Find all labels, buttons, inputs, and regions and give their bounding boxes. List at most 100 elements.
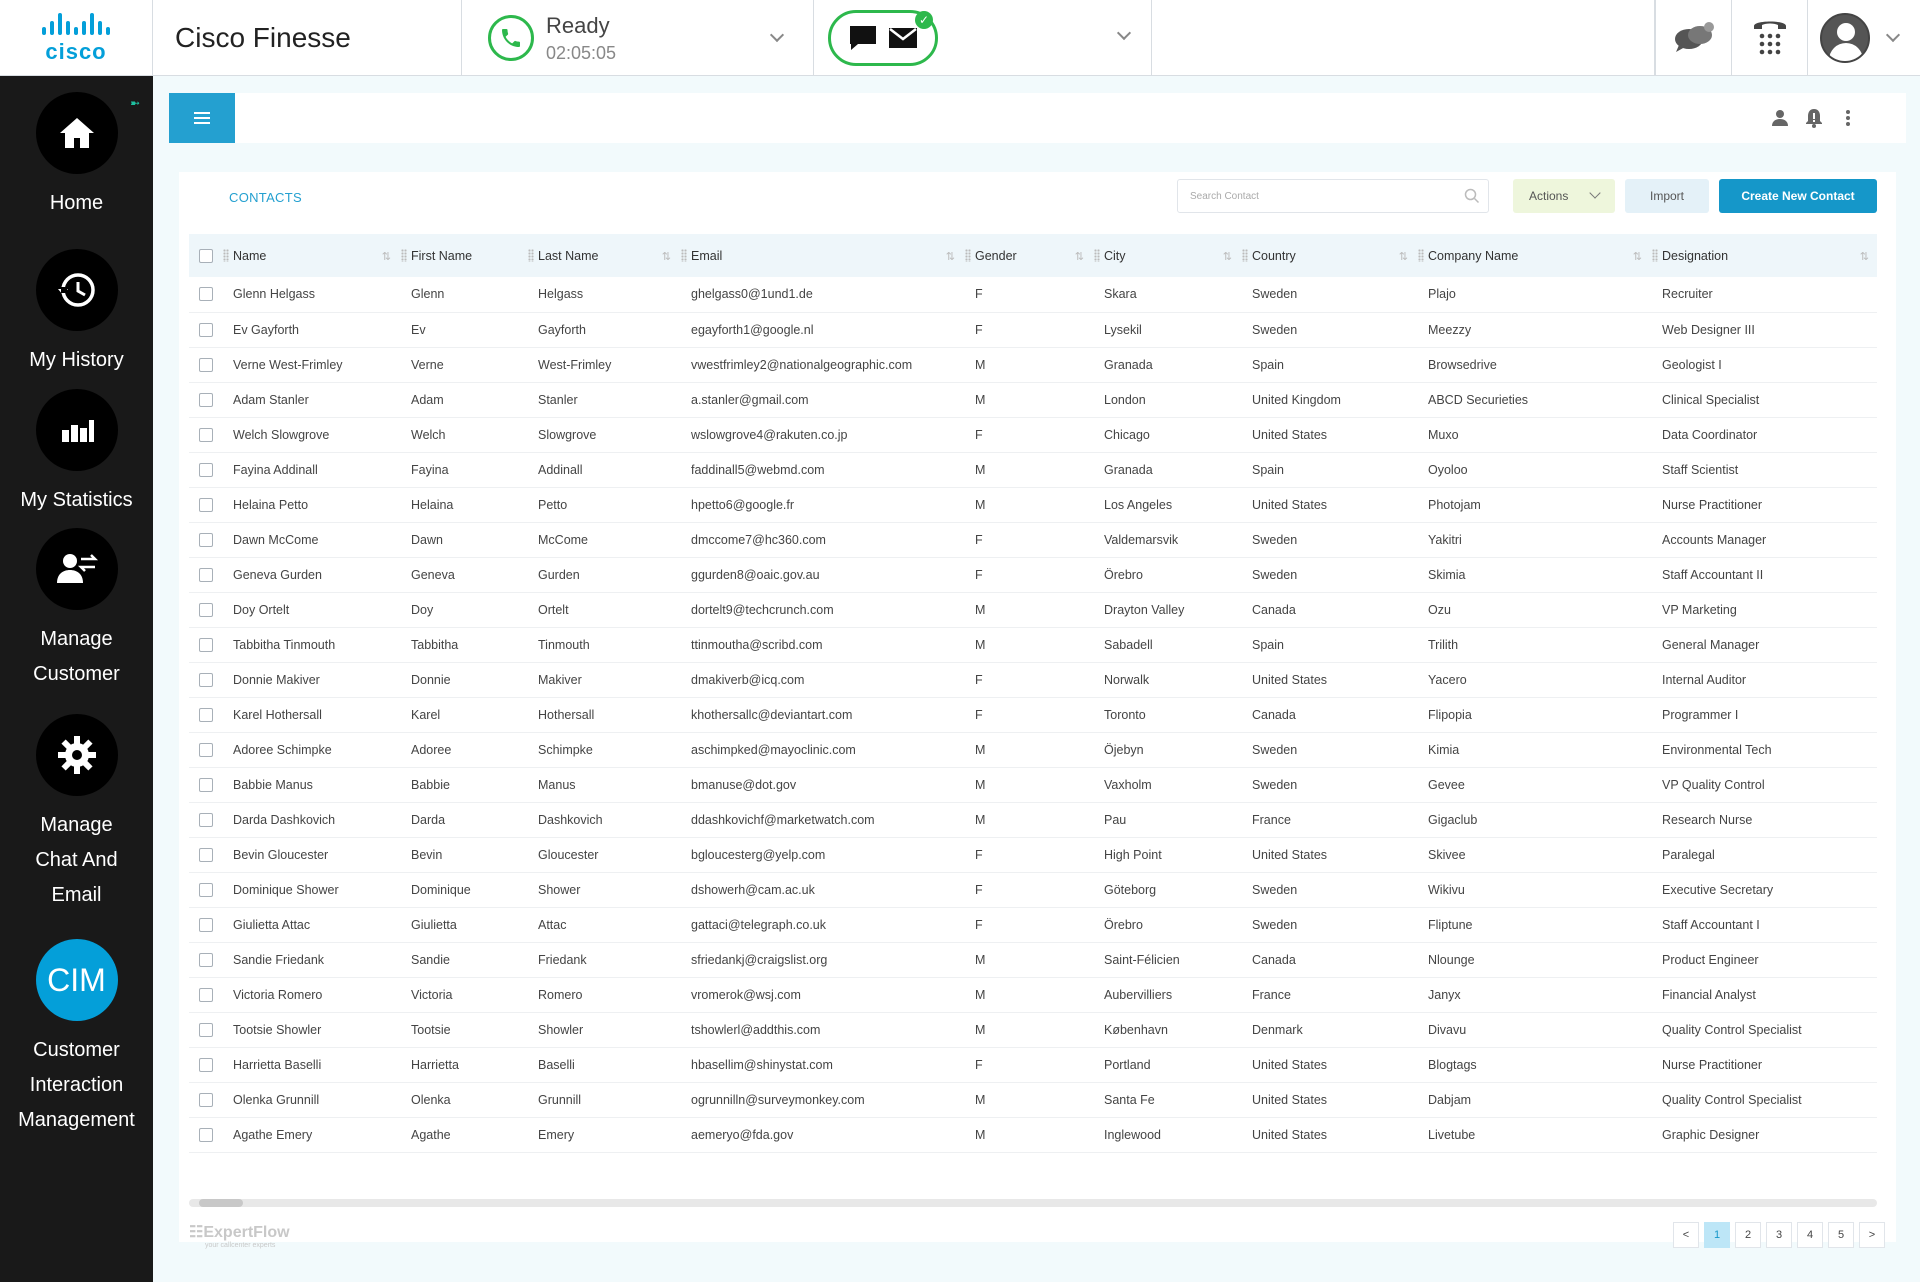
row-checkbox[interactable] xyxy=(199,427,213,442)
page-button[interactable]: 2 xyxy=(1735,1222,1761,1248)
table-row[interactable]: Olenka Grunnill Olenka Grunnill ogrunnilln@… xyxy=(189,1082,1877,1118)
row-checkbox[interactable] xyxy=(199,602,213,617)
table-cell: M xyxy=(963,592,1092,628)
prev-page-button[interactable]: < xyxy=(1673,1222,1699,1248)
column-header[interactable]: Email ⇅ xyxy=(679,234,963,277)
row-checkbox[interactable] xyxy=(199,812,213,827)
row-checkbox[interactable] xyxy=(199,462,213,477)
row-checkbox[interactable] xyxy=(199,952,213,967)
actions-dropdown[interactable]: Actions xyxy=(1513,179,1615,213)
row-checkbox[interactable] xyxy=(199,322,213,337)
table-row[interactable]: Welch Slowgrove Welch Slowgrove wslowgrove4… xyxy=(189,417,1877,453)
column-header[interactable]: City ⇅ xyxy=(1092,234,1240,277)
team-message-button[interactable] xyxy=(1655,0,1732,76)
row-checkbox[interactable] xyxy=(199,882,213,897)
sort-icon: ⇅ xyxy=(945,251,955,263)
column-header[interactable]: Name ⇅ xyxy=(221,234,399,277)
sidebar-item-manage-chat-and-email[interactable]: Manage Chat And Email xyxy=(0,714,153,913)
more-vertical-icon[interactable] xyxy=(1837,107,1859,129)
breadcrumb[interactable]: CONTACTS xyxy=(229,190,302,205)
table-row[interactable]: Glenn Helgass Glenn Helgass ghelgass0@1und1… xyxy=(189,277,1877,313)
profile-icon[interactable] xyxy=(1769,107,1791,129)
next-page-button[interactable]: > xyxy=(1859,1222,1885,1248)
table-row[interactable]: Helaina Petto Helaina Petto hpetto6@google.… xyxy=(189,487,1877,523)
agent-status-dropdown[interactable]: Ready 02:05:05 xyxy=(462,0,814,76)
row-checkbox[interactable] xyxy=(199,1127,213,1142)
dialpad-button[interactable] xyxy=(1732,0,1808,76)
media-status-dropdown[interactable]: ✓ xyxy=(814,0,1152,76)
row-checkbox[interactable] xyxy=(199,987,213,1002)
table-row[interactable]: Victoria Romero Victoria Romero vromerok@ws… xyxy=(189,977,1877,1013)
table-row[interactable]: Ev Gayforth Ev Gayforth egayforth1@google.n… xyxy=(189,312,1877,348)
table-cell: F xyxy=(963,522,1092,558)
bell-icon[interactable] xyxy=(1803,107,1825,129)
row-checkbox[interactable] xyxy=(199,847,213,862)
sidebar-item-my-statistics[interactable]: My Statistics xyxy=(0,389,153,518)
table-row[interactable]: Agathe Emery Agathe Emery aemeryo@fda.gov M I… xyxy=(189,1117,1877,1153)
sidebar-item-home[interactable]: Home xyxy=(0,92,153,221)
table-row[interactable]: Tootsie Showler Tootsie Showler tshowlerl@a… xyxy=(189,1012,1877,1048)
table-row[interactable]: Verne West-Frimley Verne West-Frimley vwest… xyxy=(189,347,1877,383)
row-checkbox[interactable] xyxy=(199,392,213,407)
column-header[interactable]: Gender ⇅ xyxy=(963,234,1092,277)
table-row[interactable]: Adam Stanler Adam Stanler a.stanler@gmail.c… xyxy=(189,382,1877,418)
row-checkbox[interactable] xyxy=(199,742,213,757)
row-checkbox[interactable] xyxy=(199,357,213,372)
user-menu-button[interactable] xyxy=(1808,0,1920,76)
page-button[interactable]: 3 xyxy=(1766,1222,1792,1248)
create-new-contact-button[interactable]: Create New Contact xyxy=(1719,179,1877,213)
chevron-down-icon xyxy=(1885,27,1901,43)
row-checkbox[interactable] xyxy=(199,287,213,302)
table-row[interactable]: Giulietta Attac Giulietta Attac gattaci@tel… xyxy=(189,907,1877,943)
column-header[interactable]: Country ⇅ xyxy=(1240,234,1416,277)
table-row[interactable]: Tabbitha Tinmouth Tabbitha Tinmouth ttinmou… xyxy=(189,627,1877,663)
sidebar-item-my-history[interactable]: My History xyxy=(0,249,153,378)
table-row[interactable]: Sandie Friedank Sandie Friedank sfriedankj@… xyxy=(189,942,1877,978)
table-row[interactable]: Bevin Gloucester Bevin Gloucester bgloucest… xyxy=(189,837,1877,873)
sidebar-item-cim[interactable]: CIM Customer Interaction Management xyxy=(0,939,153,1138)
table-row[interactable]: Babbie Manus Babbie Manus bmanuse@dot.gov M V… xyxy=(189,767,1877,803)
import-button[interactable]: Import xyxy=(1625,179,1709,213)
row-checkbox[interactable] xyxy=(199,567,213,582)
table-row[interactable]: Doy Ortelt Doy Ortelt dortelt9@techcrunch.c… xyxy=(189,592,1877,628)
table-row[interactable]: Donnie Makiver Donnie Makiver dmakiverb@icq… xyxy=(189,662,1877,698)
page-button[interactable]: 5 xyxy=(1828,1222,1854,1248)
row-checkbox[interactable] xyxy=(199,917,213,932)
page-button[interactable]: 4 xyxy=(1797,1222,1823,1248)
row-checkbox[interactable] xyxy=(199,777,213,792)
table-cell: ogrunnilln@surveymonkey.com xyxy=(679,1082,963,1118)
table-row[interactable]: Fayina Addinall Fayina Addinall faddinall5@… xyxy=(189,452,1877,488)
row-checkbox[interactable] xyxy=(199,1057,213,1072)
column-header[interactable]: Designation ⇅ xyxy=(1650,234,1877,277)
sidebar-item-manage-customer[interactable]: Manage Customer xyxy=(0,528,153,692)
column-header[interactable]: Last Name ⇅ xyxy=(526,234,679,277)
row-checkbox[interactable] xyxy=(199,672,213,687)
row-checkbox[interactable] xyxy=(199,1092,213,1107)
table-row[interactable]: Karel Hothersall Karel Hothersall khothersa… xyxy=(189,697,1877,733)
scrollbar-thumb[interactable] xyxy=(199,1199,243,1207)
table-cell: Attac xyxy=(526,907,679,943)
select-all-checkbox[interactable] xyxy=(199,248,213,263)
status-label: Ready xyxy=(546,12,610,38)
table-cell: Photojam xyxy=(1416,487,1650,523)
horizontal-scrollbar[interactable] xyxy=(189,1199,1877,1207)
table-row[interactable]: Harrietta Baselli Harrietta Baselli hbasell… xyxy=(189,1047,1877,1083)
search-input[interactable]: Search Contact xyxy=(1177,179,1489,213)
row-checkbox[interactable] xyxy=(199,1022,213,1037)
column-header[interactable]: Company Name ⇅ xyxy=(1416,234,1650,277)
row-checkbox[interactable] xyxy=(199,497,213,512)
hamburger-menu-button[interactable] xyxy=(169,93,235,143)
table-cell: M xyxy=(963,452,1092,488)
row-checkbox[interactable] xyxy=(199,637,213,652)
page-button[interactable]: 1 xyxy=(1704,1222,1730,1248)
table-row[interactable]: Dominique Shower Dominique Shower dshowerh@… xyxy=(189,872,1877,908)
table-cell: United States xyxy=(1240,417,1416,453)
table-row[interactable]: Dawn McCome Dawn McCome dmccome7@hc360.com F… xyxy=(189,522,1877,558)
row-checkbox[interactable] xyxy=(199,532,213,547)
table-row[interactable]: Adoree Schimpke Adoree Schimpke aschimpked@… xyxy=(189,732,1877,768)
table-row[interactable]: Darda Dashkovich Darda Dashkovich ddashkovi… xyxy=(189,802,1877,838)
table-row[interactable]: Geneva Gurden Geneva Gurden ggurden8@oaic.g… xyxy=(189,557,1877,593)
column-header[interactable]: First Name xyxy=(399,234,526,277)
row-checkbox[interactable] xyxy=(199,707,213,722)
table-cell: Gigaclub xyxy=(1416,802,1650,838)
